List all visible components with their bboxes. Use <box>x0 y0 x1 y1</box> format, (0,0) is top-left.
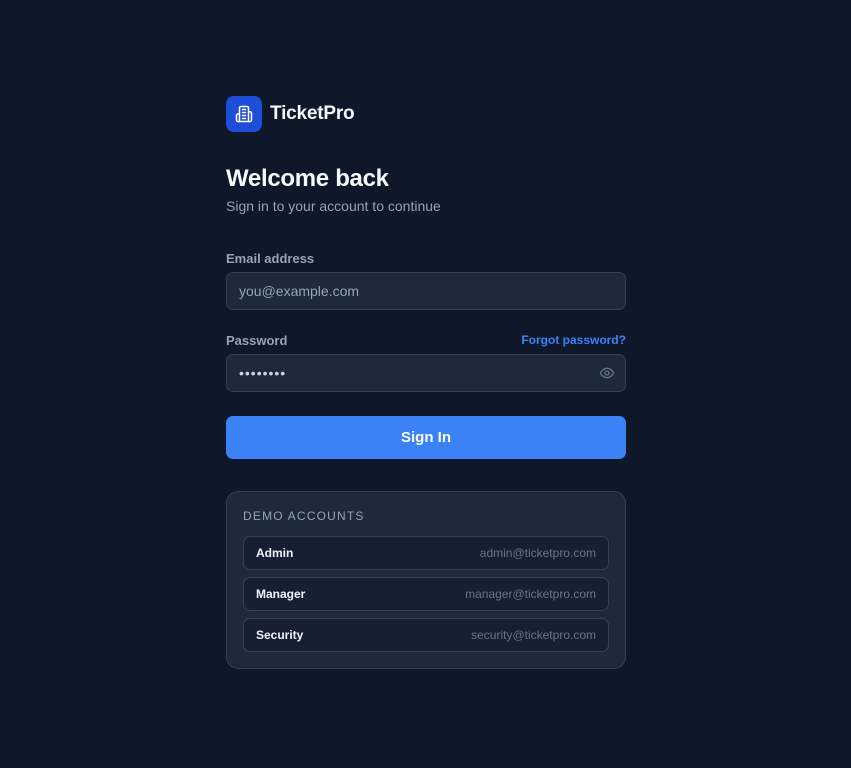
demo-accounts-list: Admin admin@ticketpro.com Manager manage… <box>243 536 609 652</box>
brand-logo <box>226 96 262 132</box>
password-label: Password <box>226 332 288 348</box>
password-label-row: Password Forgot password? <box>226 332 626 348</box>
demo-account-role: Admin <box>256 546 294 560</box>
brand-name: TicketPro <box>270 103 355 124</box>
demo-accounts-title: DEMO ACCOUNTS <box>243 509 365 523</box>
demo-account-manager[interactable]: Manager manager@ticketpro.com <box>243 577 609 611</box>
password-group: Password Forgot password? <box>226 332 626 392</box>
email-group: Email address <box>226 250 626 310</box>
demo-account-email: manager@ticketpro.com <box>465 587 596 601</box>
forgot-password-link[interactable]: Forgot password? <box>521 333 626 347</box>
page-title: Welcome back <box>226 165 389 192</box>
sign-in-button[interactable]: Sign In <box>226 416 626 459</box>
page-subtitle: Sign in to your account to continue <box>226 198 441 214</box>
demo-account-role: Manager <box>256 587 306 601</box>
brand: TicketPro <box>226 96 626 132</box>
demo-accounts-panel: DEMO ACCOUNTS Admin admin@ticketpro.com … <box>226 491 626 669</box>
email-label: Email address <box>226 250 315 266</box>
demo-account-email: security@ticketpro.com <box>471 628 596 642</box>
login-panel: TicketPro Welcome back Sign in to your a… <box>226 96 626 669</box>
email-field-wrapper <box>226 272 626 310</box>
demo-account-security[interactable]: Security security@ticketpro.com <box>243 618 609 652</box>
building-icon <box>235 105 253 123</box>
email-field[interactable] <box>227 273 625 309</box>
eye-icon[interactable] <box>599 366 615 380</box>
demo-account-email: admin@ticketpro.com <box>479 546 596 560</box>
password-field-wrapper <box>226 354 626 392</box>
demo-account-admin[interactable]: Admin admin@ticketpro.com <box>243 536 609 570</box>
password-field[interactable] <box>227 355 625 391</box>
email-label-row: Email address <box>226 250 626 266</box>
demo-account-role: Security <box>256 628 304 642</box>
